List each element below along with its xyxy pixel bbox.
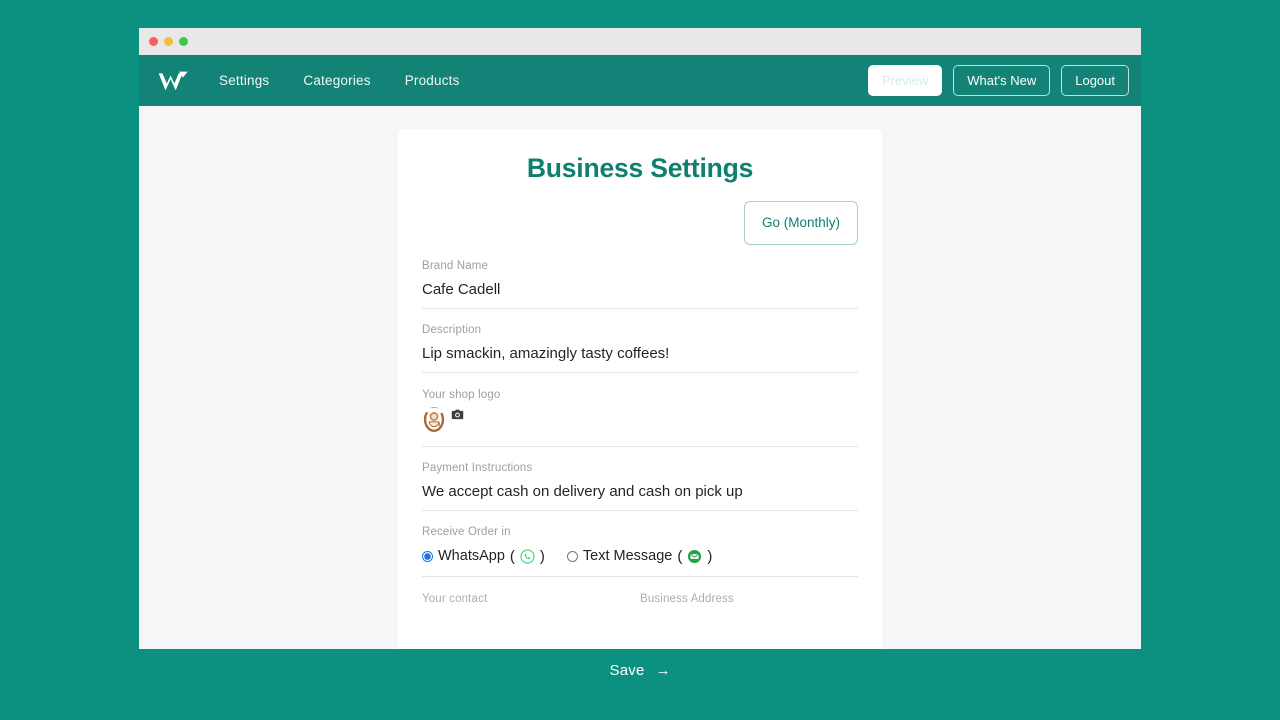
w-brand-logo-icon[interactable]	[157, 68, 191, 94]
go-monthly-button[interactable]: Go (Monthly)	[744, 201, 858, 245]
nav-link-settings[interactable]: Settings	[219, 73, 269, 88]
camera-icon[interactable]	[451, 408, 464, 421]
app-header: Settings Categories Products Preview Wha…	[139, 55, 1141, 106]
maximize-window-button[interactable]	[179, 37, 188, 46]
whatsapp-paren-open: (	[510, 548, 515, 565]
whatsapp-icon	[520, 549, 535, 564]
nav-link-products[interactable]: Products	[405, 73, 460, 88]
radio-option-whatsapp[interactable]: WhatsApp ( )	[422, 548, 545, 565]
coffee-cup-logo-icon[interactable]	[422, 407, 446, 432]
header-action-buttons: Preview What's New Logout	[868, 65, 1129, 96]
receive-order-options: WhatsApp ( ) Text Message (	[422, 538, 858, 577]
text-message-paren-open: (	[677, 548, 682, 565]
plan-button-row: Go (Monthly)	[422, 201, 858, 245]
settings-card: Business Settings Go (Monthly) Brand Nam…	[398, 129, 882, 689]
field-brand-name: Brand Name	[422, 245, 858, 309]
arrow-right-icon: →	[656, 663, 671, 678]
envelope-icon	[687, 549, 702, 564]
field-description: Description	[422, 309, 858, 373]
window-titlebar	[139, 28, 1141, 55]
browser-window: Settings Categories Products Preview Wha…	[139, 28, 1141, 692]
main-navigation: Settings Categories Products	[219, 73, 460, 88]
radio-label-text-message: Text Message	[583, 548, 672, 564]
radio-label-whatsapp: WhatsApp	[438, 548, 505, 564]
close-window-button[interactable]	[149, 37, 158, 46]
brand-name-input[interactable]	[422, 272, 858, 309]
page-title: Business Settings	[422, 153, 858, 184]
payment-instructions-label: Payment Instructions	[422, 462, 858, 474]
description-input[interactable]	[422, 336, 858, 373]
nav-link-categories[interactable]: Categories	[303, 73, 370, 88]
preview-button[interactable]: Preview	[868, 65, 942, 96]
field-your-contact: Your contact	[422, 593, 640, 605]
page-body: Business Settings Go (Monthly) Brand Nam…	[139, 106, 1141, 692]
shop-logo-label: Your shop logo	[422, 389, 858, 401]
save-bar[interactable]: Save →	[139, 649, 1141, 692]
whats-new-button[interactable]: What's New	[953, 65, 1050, 96]
field-shop-logo: Your shop logo	[422, 373, 858, 447]
field-payment-instructions: Payment Instructions	[422, 447, 858, 511]
your-contact-label: Your contact	[422, 593, 640, 605]
field-business-address: Business Address	[640, 593, 858, 605]
save-button-label: Save	[610, 662, 645, 679]
logout-button[interactable]: Logout	[1061, 65, 1129, 96]
shop-logo-row	[422, 401, 858, 447]
business-address-label: Business Address	[640, 593, 858, 605]
payment-instructions-input[interactable]	[422, 474, 858, 511]
brand-name-label: Brand Name	[422, 260, 858, 272]
receive-order-label: Receive Order in	[422, 526, 858, 538]
text-message-paren-close: )	[707, 548, 712, 565]
field-receive-order: Receive Order in WhatsApp ( )	[422, 511, 858, 577]
minimize-window-button[interactable]	[164, 37, 173, 46]
radio-input-whatsapp[interactable]	[422, 551, 433, 562]
radio-input-text-message[interactable]	[567, 551, 578, 562]
cut-off-fields-row: Your contact Business Address	[422, 577, 858, 605]
radio-option-text-message[interactable]: Text Message ( )	[567, 548, 712, 565]
description-label: Description	[422, 324, 858, 336]
whatsapp-paren-close: )	[540, 548, 545, 565]
